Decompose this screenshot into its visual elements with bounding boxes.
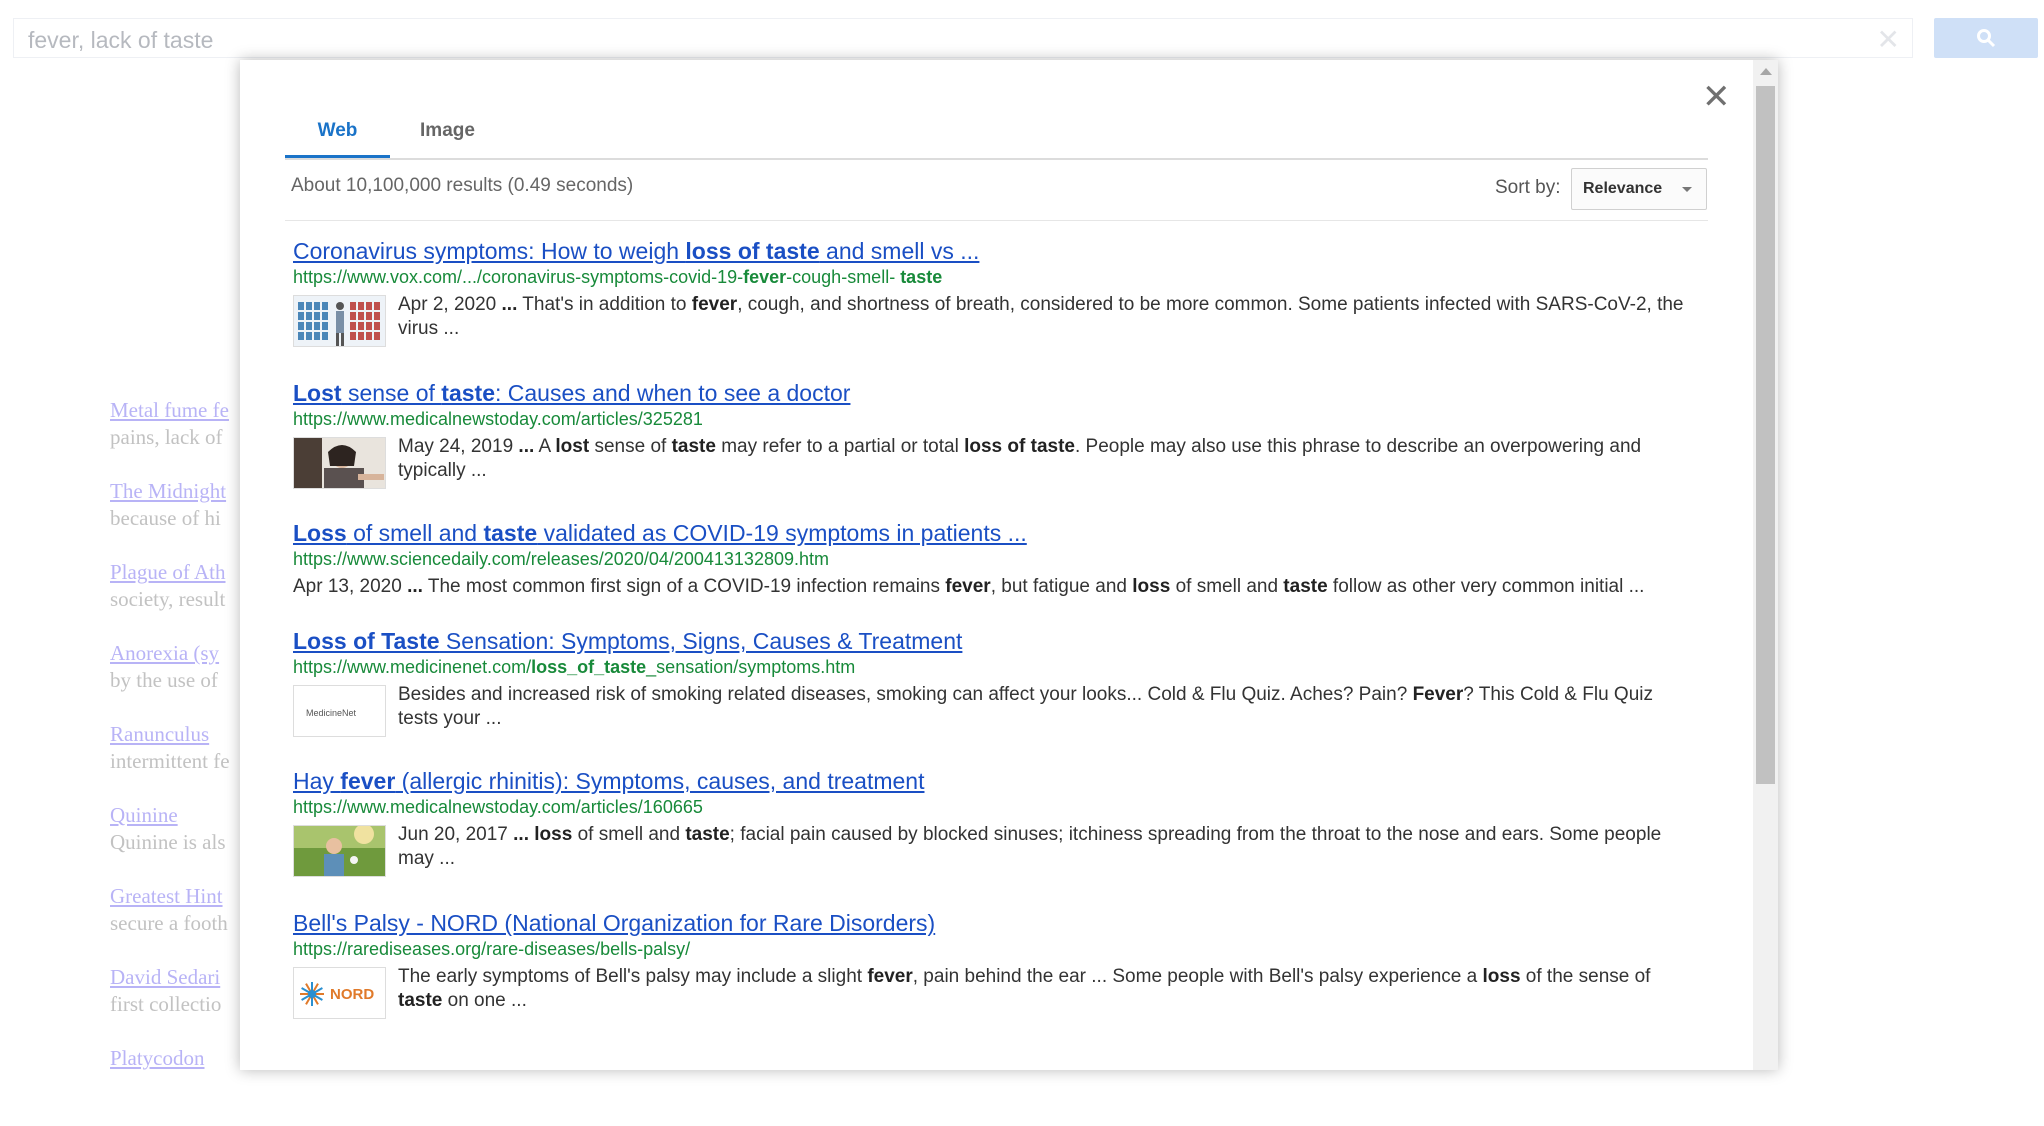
background-list-item: Platycodon (110, 1045, 240, 1126)
result-snippet: Apr 2, 2020 ... That's in addition to fe… (398, 294, 1684, 339)
background-item-snippet: society, result (110, 587, 226, 611)
woman-photo-thumbnail[interactable] (293, 437, 386, 489)
sort-value[interactable]: Relevance (1583, 180, 1662, 198)
result-title-link[interactable]: Bell's Palsy - NORD (National Organizati… (293, 909, 1693, 937)
tab-image[interactable]: Image (390, 120, 505, 158)
scrollbar-thumb[interactable] (1756, 86, 1775, 784)
result-body: NORD The early symptoms of Bell's palsy m… (293, 965, 1693, 1021)
search-result: Lost sense of taste: Causes and when to … (293, 379, 1693, 491)
background-item-link[interactable]: Ranunculus (110, 721, 240, 748)
background-item-snippet: secure a footh (110, 911, 228, 935)
background-search-button[interactable] (1934, 18, 2038, 58)
result-url: https://www.sciencedaily.com/releases/20… (293, 549, 829, 569)
result-snippet: May 24, 2019 ... A lost sense of taste m… (398, 436, 1642, 481)
result-title-link[interactable]: Loss of smell and taste validated as COV… (293, 519, 1693, 547)
vox-figures-thumbnail[interactable] (293, 295, 386, 347)
result-url: https://www.vox.com/.../coronavirus-symp… (293, 267, 943, 287)
sort-label: Sort by: (1495, 177, 1561, 198)
background-search-query[interactable]: fever, lack of taste (28, 27, 213, 54)
clear-search-icon[interactable]: ✕ (1877, 23, 1900, 56)
result-snippet: The early symptoms of Bell's palsy may i… (398, 966, 1651, 1011)
result-body: Apr 13, 2020 ... The most common first s… (293, 575, 1693, 599)
result-url: https://www.medicinenet.com/loss_of_tast… (293, 657, 856, 677)
divider (285, 220, 1708, 221)
background-item-snippet: pains, lack of (110, 425, 223, 449)
background-item-snippet: intermittent fe (110, 749, 230, 773)
nord-logo-thumbnail[interactable]: NORD (293, 967, 386, 1019)
background-item-link[interactable]: The Midnight (110, 478, 240, 505)
sort-dropdown[interactable]: Relevance (1571, 168, 1707, 210)
result-body: Apr 2, 2020 ... That's in addition to fe… (293, 293, 1693, 349)
background-list-item: Ranunculus intermittent fe (110, 721, 240, 802)
result-count: About 10,100,000 results (0.49 seconds) (291, 175, 634, 196)
search-results-dialog: ✕ Web Image About 10,100,000 results (0.… (240, 60, 1778, 1070)
result-url: https://www.medicalnewstoday.com/article… (293, 797, 703, 817)
result-list: Coronavirus symptoms: How to weigh loss … (293, 237, 1693, 1021)
background-item-link[interactable]: Quinine (110, 802, 240, 829)
close-icon[interactable]: ✕ (1702, 80, 1731, 114)
background-list-item: Quinine Quinine is als (110, 802, 240, 883)
background-item-snippet: Quinine is als (110, 830, 226, 854)
result-type-tabs: Web Image (285, 120, 1708, 160)
background-item-snippet: because of hi (110, 506, 221, 530)
result-body: May 24, 2019 ... A lost sense of taste m… (293, 435, 1693, 491)
svg-text:NORD: NORD (330, 986, 374, 1003)
background-item-link[interactable]: Metal fume fe (110, 397, 240, 424)
background-item-link[interactable]: Plague of Ath (110, 559, 240, 586)
svg-text:MedicineNet: MedicineNet (306, 708, 357, 718)
child-outdoors-thumbnail[interactable] (293, 825, 386, 877)
result-title-link[interactable]: Coronavirus symptoms: How to weigh loss … (293, 237, 1693, 265)
result-snippet: Apr 13, 2020 ... The most common first s… (293, 576, 1645, 597)
background-item-link[interactable]: Platycodon (110, 1045, 240, 1072)
chevron-down-icon[interactable] (1682, 187, 1692, 192)
background-item-snippet: by the use of (110, 668, 218, 692)
background-list-item: David Sedari first collectio (110, 964, 240, 1045)
result-url: https://rarediseases.org/rare-diseases/b… (293, 939, 691, 959)
result-title-link[interactable]: Hay fever (allergic rhinitis): Symptoms,… (293, 767, 1693, 795)
result-snippet: Besides and increased risk of smoking re… (398, 684, 1653, 729)
search-result: Loss of Taste Sensation: Symptoms, Signs… (293, 627, 1693, 739)
scrollbar[interactable] (1753, 60, 1778, 1070)
background-list-item: Metal fume fe pains, lack of (110, 397, 240, 478)
result-title-link[interactable]: Lost sense of taste: Causes and when to … (293, 379, 1693, 407)
result-snippet: Jun 20, 2017 ... loss of smell and taste… (398, 824, 1662, 869)
result-body: Jun 20, 2017 ... loss of smell and taste… (293, 823, 1693, 879)
search-result: Hay fever (allergic rhinitis): Symptoms,… (293, 767, 1693, 879)
tab-web[interactable]: Web (285, 120, 390, 158)
search-result: Coronavirus symptoms: How to weigh loss … (293, 237, 1693, 349)
background-list-item: Greatest Hint secure a footh (110, 883, 240, 964)
background-item-link[interactable]: Anorexia (sy (110, 640, 240, 667)
background-item-link[interactable]: David Sedari (110, 964, 240, 991)
result-url: https://www.medicalnewstoday.com/article… (293, 409, 703, 429)
background-list-item: Plague of Ath society, result (110, 559, 240, 640)
background-item-snippet: first collectio (110, 992, 222, 1016)
background-result-list: Metal fume fe pains, lack of The Midnight b… (110, 397, 240, 1126)
background-item-link[interactable]: Greatest Hint (110, 883, 240, 910)
background-list-item: The Midnight because of hi (110, 478, 240, 559)
search-result: Bell's Palsy - NORD (National Organizati… (293, 909, 1693, 1021)
scroll-up-arrow-icon[interactable] (1760, 68, 1772, 75)
medicinenet-logo-thumbnail[interactable]: MedicineNet (293, 685, 386, 737)
result-body: MedicineNet Besides and increased risk of… (293, 683, 1693, 739)
search-icon (1977, 29, 1996, 48)
background-search-box[interactable]: fever, lack of taste ✕ (13, 18, 1913, 58)
background-list-item: Anorexia (sy by the use of (110, 640, 240, 721)
result-title-link[interactable]: Loss of Taste Sensation: Symptoms, Signs… (293, 627, 1693, 655)
search-result: Loss of smell and taste validated as COV… (293, 519, 1693, 599)
